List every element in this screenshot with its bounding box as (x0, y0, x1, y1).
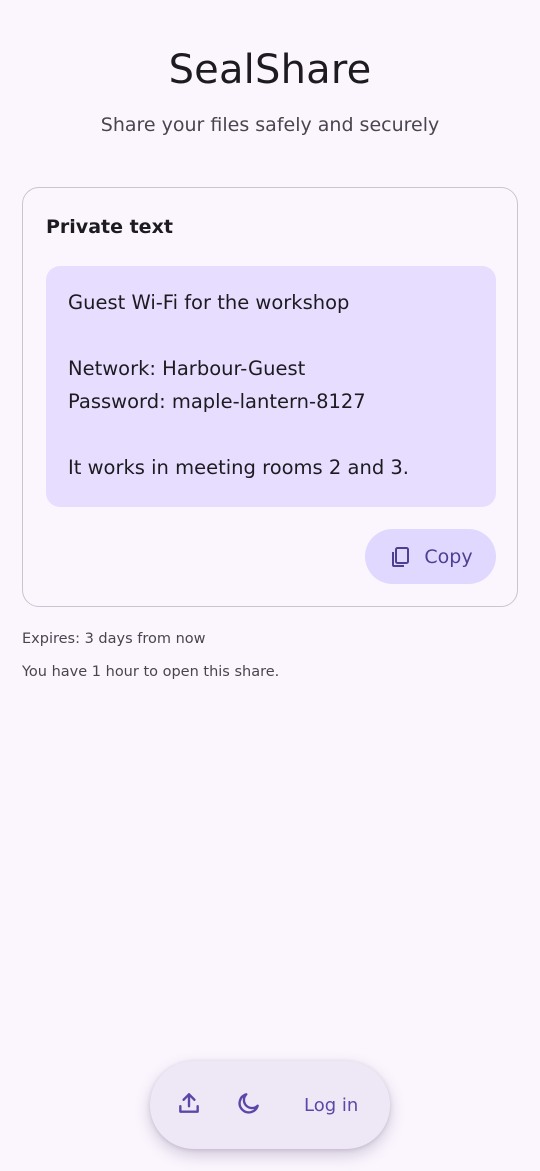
copy-button-label: Copy (424, 545, 473, 568)
login-button[interactable]: Log in (304, 1095, 358, 1116)
text-line (68, 319, 474, 352)
text-line (68, 418, 474, 451)
expiry-text: Expires: 3 days from now (22, 631, 206, 647)
upload-button[interactable] (174, 1090, 204, 1120)
card-title: Private text (46, 216, 173, 238)
private-text-content: Guest Wi-Fi for the workshop Network: Ha… (46, 266, 496, 507)
text-line: Network: Harbour-Guest (68, 357, 306, 380)
text-line: Guest Wi-Fi for the workshop (68, 291, 350, 314)
text-line: It works in meeting rooms 2 and 3. (68, 456, 410, 479)
dark-mode-moon-icon (236, 1090, 262, 1120)
app-subtitle: Share your files safely and securely (100, 114, 440, 136)
open-window-text: You have 1 hour to open this share. (22, 664, 280, 680)
copy-button[interactable]: Copy (365, 529, 496, 584)
app-title: SealShare (168, 47, 372, 93)
copy-icon (388, 545, 412, 569)
text-line: Password: maple-lantern-8127 (68, 390, 366, 413)
theme-toggle-button[interactable] (234, 1090, 264, 1120)
private-text-card: Private text Guest Wi-Fi for the worksho… (22, 187, 518, 607)
upload-icon (176, 1090, 202, 1120)
bottom-toolbar: Log in (150, 1061, 390, 1149)
